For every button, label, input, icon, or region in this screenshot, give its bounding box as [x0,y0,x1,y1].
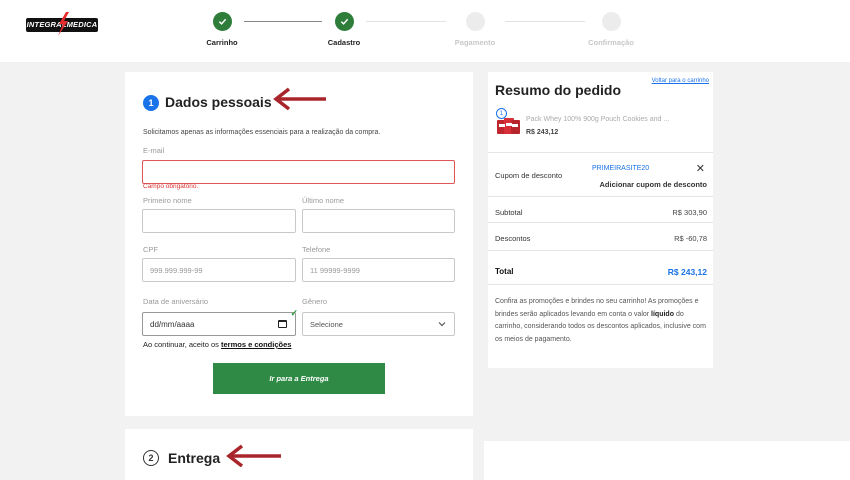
summary-title: Resumo do pedido [495,82,621,98]
section-title: Entrega [168,450,221,466]
order-summary: Resumo do pedido Voltar para o carrinho … [488,72,713,368]
first-name-label: Primeiro nome [143,196,192,205]
lightning-bolt-icon [58,12,69,36]
product-price: R$ 243,12 [526,129,559,136]
phone-field[interactable]: 11 99999-9999 [302,258,455,282]
step-cadastro[interactable]: Cadastro [299,12,389,47]
top-header: INTEGRALMEDICA Carrinho Cadastro Pagamen… [0,0,850,62]
terms-link[interactable]: termos e condições [221,340,291,349]
delivery-section: 2 Entrega [125,429,473,480]
email-error-message: Campo obrigatório. [143,183,199,190]
phone-label: Telefone [302,245,331,254]
discounts-value: R$ -60,78 [674,234,707,243]
divider [488,284,713,285]
subtotal-value: R$ 303,90 [672,208,707,217]
step-label: Cadastro [327,38,361,47]
back-to-cart-link[interactable]: Voltar para o carrinho [652,78,709,84]
step-confirmacao: Confirmação [566,12,656,47]
brand-logo[interactable]: INTEGRALMEDICA [26,12,100,36]
divider [488,152,713,153]
birthdate-label: Data de aniversário [143,297,209,306]
gender-selected-value: Selecione [310,319,343,329]
add-coupon-button[interactable]: Adicionar cupom de desconto [599,180,707,189]
phone-placeholder: 11 99999-9999 [310,265,360,275]
step-label: Confirmação [588,38,634,47]
step-number-badge: 2 [143,450,159,466]
step-dot [465,12,485,31]
total-value: R$ 243,12 [667,267,707,277]
section-title: Dados pessoais [165,94,272,110]
promo-notice: Confira as promoções e brindes no seu ca… [495,296,709,346]
cpf-label: CPF [143,245,158,254]
coupon-code: PRIMEIRASITE20 [592,165,650,172]
remove-coupon-icon[interactable]: ✕ [696,162,705,175]
check-icon [212,12,232,31]
subtotal-label: Subtotal [495,208,523,217]
step-label: Carrinho [206,38,238,47]
annotation-arrow-icon [273,87,326,111]
cpf-placeholder: 999.999.999-99 [150,265,203,275]
summary-lower-panel [484,441,850,480]
discounts-label: Descontos [495,234,531,243]
step-label: Pagamento [454,38,496,47]
cpf-field[interactable]: 999.999.999-99 [142,258,296,282]
divider [488,250,713,251]
last-name-field[interactable] [302,209,455,233]
birthdate-placeholder: dd/mm/aaaa [150,319,195,329]
first-name-field[interactable] [142,209,296,233]
product-quantity-badge: 1 [496,108,507,119]
last-name-label: Último nome [302,196,345,205]
promo-bold: líquido [651,310,674,318]
chevron-down-icon [438,320,446,329]
product-name: Pack Whey 100% 900g Pouch Cookies and ..… [526,116,670,123]
step-pagamento: Pagamento [430,12,520,47]
calendar-icon[interactable] [278,320,287,328]
intro-text: Solicitamos apenas as informações essenc… [143,129,381,136]
divider [488,222,713,223]
gender-label: Gênero [302,297,328,306]
divider [488,196,713,197]
step-dot [601,12,621,31]
check-icon [334,12,354,31]
annotation-arrow-icon [226,444,281,467]
valid-check-icon: ✓ [290,308,298,318]
go-to-delivery-button[interactable]: Ir para a Entrega [213,363,385,394]
gender-select[interactable]: Selecione [302,312,455,336]
total-label: Total [495,267,514,276]
birthdate-field[interactable]: dd/mm/aaaa ✓ [142,308,298,336]
step-number-badge: 1 [143,95,159,111]
terms-text: Ao continuar, aceito os termos e condiçõ… [143,340,291,349]
personal-data-section: 1 Dados pessoais Solicitamos apenas as i… [125,72,473,416]
step-carrinho[interactable]: Carrinho [177,12,267,47]
email-label: E-mail [143,146,165,155]
coupon-label: Cupom de desconto [495,171,563,180]
terms-prefix: Ao continuar, aceito os [143,340,219,349]
email-field[interactable] [142,160,455,184]
